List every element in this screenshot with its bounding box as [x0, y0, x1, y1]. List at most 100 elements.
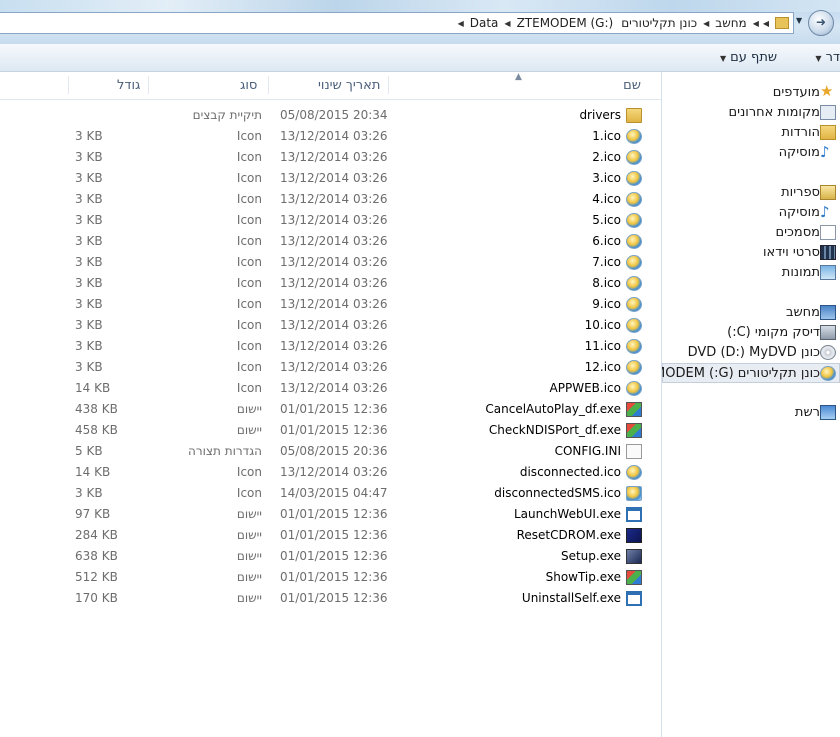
ico-mail-icon	[626, 486, 642, 501]
file-row[interactable]: Setup.exe 01/01/2015 12:36 יישום 638 KB	[0, 546, 661, 567]
file-type: תיקיית קבצים	[192, 108, 262, 122]
ico-file-icon	[626, 192, 642, 207]
nav-item-libraries[interactable]: ספריות	[781, 185, 820, 200]
file-row[interactable]: 4.ico 13/12/2014 03:26 Icon 3 KB	[0, 189, 661, 210]
nav-item-music-library[interactable]: מוסיקה	[779, 205, 820, 220]
chevron-left-icon[interactable]: ◀	[701, 19, 711, 28]
file-row[interactable]: 7.ico 13/12/2014 03:26 Icon 3 KB	[0, 252, 661, 273]
file-name: 2.ico	[592, 150, 621, 164]
column-divider[interactable]	[268, 76, 269, 94]
nav-item-computer[interactable]: מחשב	[786, 305, 820, 320]
file-type: Icon	[236, 234, 262, 248]
file-row[interactable]: 9.ico 13/12/2014 03:26 Icon 3 KB	[0, 294, 661, 315]
breadcrumb-ztemodem[interactable]: ZTEMODEM (G:)	[513, 16, 618, 30]
file-row[interactable]: 5.ico 13/12/2014 03:26 Icon 3 KB	[0, 210, 661, 231]
ico-file-icon	[626, 150, 642, 165]
nav-item-music-favorite[interactable]: מוסיקה	[779, 145, 820, 160]
column-divider[interactable]	[388, 76, 389, 94]
nav-item-videos[interactable]: סרטי וידאו	[763, 245, 820, 260]
file-row[interactable]: 12.ico 13/12/2014 03:26 Icon 3 KB	[0, 357, 661, 378]
chevron-left-icon[interactable]: ◀	[456, 19, 466, 28]
organize-button[interactable]: ▼ דר	[815, 50, 840, 65]
ico-file-icon	[626, 381, 642, 396]
file-type: Icon	[236, 255, 262, 269]
chevron-down-icon[interactable]: ▼	[796, 16, 802, 25]
file-size: 3 KB	[75, 486, 103, 500]
file-row[interactable]: CONFIG.INI 05/08/2015 20:36 הגדרות תצורה 5 …	[0, 441, 661, 462]
file-type: Icon	[236, 276, 262, 290]
file-row[interactable]: 2.ico 13/12/2014 03:26 Icon 3 KB	[0, 147, 661, 168]
file-row[interactable]: CancelAutoPlay_df.exe 01/01/2015 12:36 ייש…	[0, 399, 661, 420]
file-date: 13/12/2014 03:26	[280, 297, 388, 311]
file-row[interactable]: 1.ico 13/12/2014 03:26 Icon 3 KB	[0, 126, 661, 147]
file-type: Icon	[236, 213, 262, 227]
nav-item-downloads[interactable]: הורדות	[781, 125, 820, 140]
app-color-icon	[626, 402, 642, 417]
column-header-size[interactable]: גודל	[117, 78, 140, 93]
file-size: 5 KB	[75, 444, 103, 458]
nav-item-pictures[interactable]: תמונות	[782, 265, 820, 280]
dvd-drive-icon	[820, 345, 836, 360]
ico-file-icon	[626, 234, 642, 249]
file-row[interactable]: 8.ico 13/12/2014 03:26 Icon 3 KB	[0, 273, 661, 294]
file-row[interactable]: ShowTip.exe 01/01/2015 12:36 יישום 512 KB	[0, 567, 661, 588]
back-button[interactable]: ➜	[808, 10, 834, 36]
file-row[interactable]: CheckNDISPort_df.exe 01/01/2015 12:36 יישו…	[0, 420, 661, 441]
file-row[interactable]: APPWEB.ico 13/12/2014 03:26 Icon 14 KB	[0, 378, 661, 399]
nav-item-cd-drive[interactable]: כונן תקליטורים (G:) ZTEMODEM	[662, 366, 820, 381]
ico-file-icon	[626, 255, 642, 270]
chevron-left-icon[interactable]: ◀	[751, 19, 761, 28]
breadcrumb-computer[interactable]: מחשב	[711, 16, 750, 30]
file-row[interactable]: 11.ico 13/12/2014 03:26 Icon 3 KB	[0, 336, 661, 357]
file-type: Icon	[236, 129, 262, 143]
column-header-type[interactable]: סוג	[240, 78, 257, 93]
file-size: 14 KB	[75, 381, 111, 395]
file-type: Icon	[236, 339, 262, 353]
file-row[interactable]: 3.ico 13/12/2014 03:26 Icon 3 KB	[0, 168, 661, 189]
file-name: APPWEB.ico	[549, 381, 621, 395]
file-name: CONFIG.INI	[554, 444, 621, 458]
file-row[interactable]: drivers 05/08/2015 20:34 תיקיית קבצים	[0, 105, 661, 126]
file-name: ShowTip.exe	[545, 570, 621, 584]
file-size: 3 KB	[75, 297, 103, 311]
file-row[interactable]: ResetCDROM.exe 01/01/2015 12:36 יישום 284 K…	[0, 525, 661, 546]
file-row[interactable]: 6.ico 13/12/2014 03:26 Icon 3 KB	[0, 231, 661, 252]
breadcrumb: ◀ Data ◀ ZTEMODEM (G:) כונן תקליטורים ◀ …	[456, 13, 789, 33]
chevron-left-icon[interactable]: ◀	[502, 19, 512, 28]
share-with-button[interactable]: ▼ שתף עם	[720, 50, 777, 65]
file-date: 14/03/2015 04:47	[280, 486, 388, 500]
column-header-name[interactable]: שם	[623, 78, 641, 93]
folder-icon	[626, 108, 642, 123]
chevron-left-icon[interactable]: ◀	[761, 19, 771, 28]
file-list: ▲ שם תאריך שינוי סוג גודל drivers 05/08/2…	[0, 72, 661, 737]
file-row[interactable]: 10.ico 13/12/2014 03:26 Icon 3 KB	[0, 315, 661, 336]
file-row[interactable]: disconnectedSMS.ico 14/03/2015 04:47 Icon 3…	[0, 483, 661, 504]
file-row[interactable]: disconnected.ico 13/12/2014 03:26 Icon 14 K…	[0, 462, 661, 483]
file-type: Icon	[236, 486, 262, 500]
nav-item-local-disk[interactable]: דיסק מקומי (C:)	[727, 325, 820, 340]
nav-item-dvd-drive[interactable]: כונן DVD (D:) MyDVD	[688, 345, 820, 360]
nav-item-documents[interactable]: מסמכים	[775, 225, 820, 240]
address-bar[interactable]: ◀ Data ◀ ZTEMODEM (G:) כונן תקליטורים ◀ …	[0, 12, 794, 34]
breadcrumb-data[interactable]: Data	[466, 16, 503, 30]
column-divider[interactable]	[148, 76, 149, 94]
pictures-icon	[820, 265, 836, 280]
file-name: UninstallSelf.exe	[521, 591, 621, 605]
app-window-icon	[626, 591, 642, 606]
ico-file-icon	[626, 465, 642, 480]
breadcrumb-cd-drive[interactable]: כונן תקליטורים	[617, 16, 701, 30]
nav-item-favorites[interactable]: מועדפים	[773, 85, 820, 100]
music-icon: ♪	[820, 143, 830, 161]
ico-file-icon	[626, 213, 642, 228]
file-type: Icon	[236, 150, 262, 164]
nav-item-network[interactable]: רשת	[795, 405, 820, 420]
file-row[interactable]: LaunchWebUI.exe 01/01/2015 12:36 יישום 97 K…	[0, 504, 661, 525]
file-type: הגדרות תצורה	[188, 444, 262, 458]
chevron-down-icon: ▼	[720, 54, 727, 63]
nav-item-recent-places[interactable]: מקומות אחרונים	[729, 105, 820, 120]
file-date: 01/01/2015 12:36	[280, 423, 388, 437]
column-divider[interactable]	[68, 76, 69, 94]
file-row[interactable]: UninstallSelf.exe 01/01/2015 12:36 יישום 17…	[0, 588, 661, 609]
column-header-date[interactable]: תאריך שינוי	[318, 78, 380, 93]
file-type: יישום	[236, 423, 262, 437]
